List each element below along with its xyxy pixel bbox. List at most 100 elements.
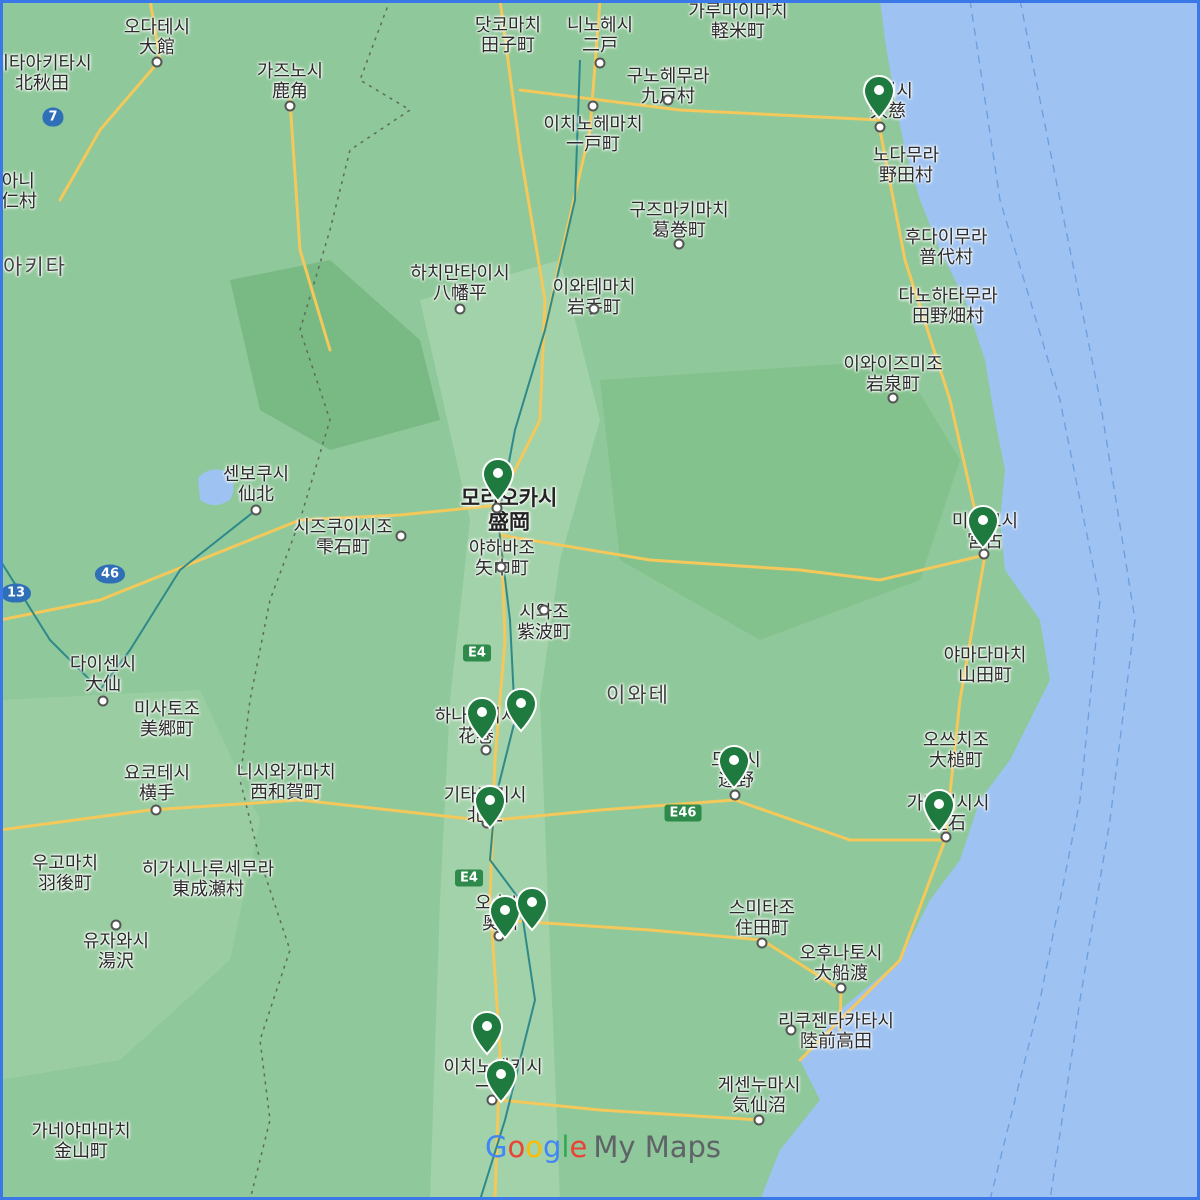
hanamaki-marker-2[interactable]: [504, 687, 538, 733]
place-name-korean: 코아니: [0, 171, 35, 192]
place-name-japanese: 大館: [139, 37, 175, 58]
place-name-japanese: 美郷町: [140, 719, 194, 740]
place-label-kamikoani[interactable]: 코아니阿仁村: [0, 172, 37, 212]
place-label-akita[interactable]: 아키타: [3, 257, 67, 278]
google-my-maps-attribution[interactable]: Google My Maps: [485, 1130, 721, 1164]
place-label-ugo[interactable]: 우고마치 羽後町: [32, 854, 98, 894]
place-label-iwaizumi[interactable]: 이와이즈미조 岩泉町: [843, 355, 942, 395]
place-label-yokote[interactable]: 요코테시 横手: [124, 764, 190, 804]
place-label-ninohe[interactable]: 니노헤시 二戸: [567, 16, 633, 56]
my-maps-label: My Maps: [593, 1130, 722, 1164]
google-logo-letter: o: [525, 1130, 543, 1164]
map-pin-icon: [966, 504, 1000, 550]
place-label-semboku[interactable]: 센보쿠시 仙北: [223, 465, 289, 505]
miyako-marker[interactable]: [966, 504, 1000, 550]
place-dot: [729, 789, 741, 801]
map-pin-icon: [515, 886, 549, 932]
place-name-korean: 오다테시: [123, 17, 191, 38]
place-name-korean: 구즈마키마치: [629, 200, 729, 221]
place-label-shizukuishi[interactable]: 시즈쿠이시조 雫石町: [293, 518, 392, 558]
map-pin-icon: [470, 1010, 504, 1056]
map-pin-icon: [922, 788, 956, 834]
place-dot: [785, 1024, 797, 1036]
place-name-japanese: 山田町: [958, 665, 1012, 686]
place-label-nishiwaga[interactable]: 니시와가마치 西和賀町: [236, 763, 335, 803]
oshu-marker-2[interactable]: [515, 886, 549, 932]
place-label-tanohata[interactable]: 다노하타무라 田野畑村: [898, 287, 997, 327]
place-name-korean: 니노헤시: [566, 15, 634, 36]
kuji-marker[interactable]: [862, 74, 896, 120]
google-logo-letter: G: [485, 1130, 508, 1164]
kamaishi-marker[interactable]: [922, 788, 956, 834]
place-name-japanese: 田子町: [481, 35, 535, 56]
place-name-korean: 센보쿠시: [222, 464, 290, 485]
place-name-japanese: 野田村: [879, 165, 933, 186]
place-label-iwate_pref[interactable]: 이와테: [606, 685, 670, 706]
place-name-japanese: 大槌町: [929, 750, 983, 771]
place-label-kazuno[interactable]: 가즈노시 鹿角: [257, 62, 323, 102]
place-name-korean: 미사토조: [133, 699, 201, 720]
place-label-sumita[interactable]: 스미타조 住田町: [729, 899, 795, 939]
place-name-japanese: 紫波町: [517, 622, 571, 643]
place-label-daisen[interactable]: 다이센시 大仙: [70, 655, 136, 695]
map-pin-icon: [473, 784, 507, 830]
place-name-japanese: 気仙沼: [732, 1095, 786, 1116]
place-name-korean: 가루마이마치: [688, 1, 788, 22]
place-dot: [588, 303, 600, 315]
place-name-korean: 스미타조: [728, 898, 796, 919]
morioka-marker[interactable]: [481, 457, 515, 503]
google-logo-letter: e: [569, 1130, 588, 1164]
place-name-korean: 이와테마치: [552, 277, 636, 298]
place-label-kuzumaki[interactable]: 구즈마키마치 葛巻町: [629, 201, 728, 241]
place-name-korean: 노다무라: [872, 145, 940, 166]
place-name-japanese: 一戸町: [565, 134, 620, 155]
ichinoseki-marker-2[interactable]: [484, 1058, 518, 1104]
place-name-korean: 가네야마마치: [31, 1121, 131, 1142]
place-name-japanese: 阿仁村: [0, 191, 37, 212]
place-label-karumai[interactable]: 가루마이마치 軽米町: [688, 2, 787, 42]
place-label-odate[interactable]: 오다테시 大館: [124, 18, 190, 58]
place-dot: [480, 744, 492, 756]
place-label-higashinaruse[interactable]: 히가시나루세무라 東成瀬村: [142, 860, 274, 900]
map-pin-icon: [484, 1058, 518, 1104]
place-dot: [495, 561, 507, 573]
place-label-ichinohe[interactable]: 이치노헤마치 一戸町: [543, 115, 642, 155]
place-label-yahaba[interactable]: 야하바조矢巾町: [469, 539, 535, 579]
place-label-takko[interactable]: 닷코마치 田子町: [475, 16, 541, 56]
place-name-korean: 다이센시: [69, 654, 137, 675]
tono-marker[interactable]: [717, 744, 751, 790]
place-name-japanese: 田野畑村: [911, 306, 984, 327]
place-label-otsuchi[interactable]: 오쓰치조 大槌町: [923, 731, 989, 771]
place-label-ofunato[interactable]: 오후나토시 大船渡: [800, 944, 883, 984]
place-name-japanese: 北秋田: [14, 73, 69, 94]
place-label-kesennuma[interactable]: 게센누마시 気仙沼: [718, 1076, 801, 1116]
place-name-japanese: 盛岡: [487, 510, 530, 534]
place-label-kaneyama[interactable]: 가네야마마치 金山町: [31, 1122, 130, 1162]
place-name-japanese: 大仙: [85, 674, 121, 695]
place-label-kitaakita[interactable]: 기타아키타시 北秋田: [0, 54, 92, 94]
place-name-korean: 오후나토시: [799, 943, 883, 964]
place-name-japanese: 軽米町: [710, 21, 765, 42]
place-dot: [835, 982, 847, 994]
place-name-korean: 야마다마치: [943, 645, 1027, 666]
place-name-korean: 시즈쿠이시조: [293, 517, 393, 538]
place-name-korean: 이와이즈미조: [843, 354, 943, 375]
map-canvas[interactable]: [0, 0, 1200, 1200]
ichinoseki-marker-1[interactable]: [470, 1010, 504, 1056]
map-pin-icon: [717, 744, 751, 790]
place-name-japanese: 鹿角: [272, 81, 308, 102]
place-name-korean: 가즈노시: [256, 61, 324, 82]
place-label-noda[interactable]: 노다무라 野田村: [873, 146, 939, 186]
kitakami-marker[interactable]: [473, 784, 507, 830]
place-dot: [97, 695, 109, 707]
place-name-korean: 우고마치: [31, 853, 99, 874]
place-label-hachimantai[interactable]: 하치만타이시 八幡平: [410, 264, 509, 304]
place-label-fudai[interactable]: 후다이무라 普代村: [905, 228, 988, 268]
place-label-yuzawa[interactable]: 유자와시 湯沢: [83, 932, 149, 972]
place-name-japanese: 横手: [139, 783, 175, 804]
place-label-misato[interactable]: 미사토조 美郷町: [134, 700, 200, 740]
place-dot: [594, 57, 606, 69]
place-name-korean: 후다이무라: [904, 227, 988, 248]
hanamaki-marker-1[interactable]: [465, 696, 499, 742]
place-label-yamada[interactable]: 야마다마치 山田町: [944, 646, 1027, 686]
